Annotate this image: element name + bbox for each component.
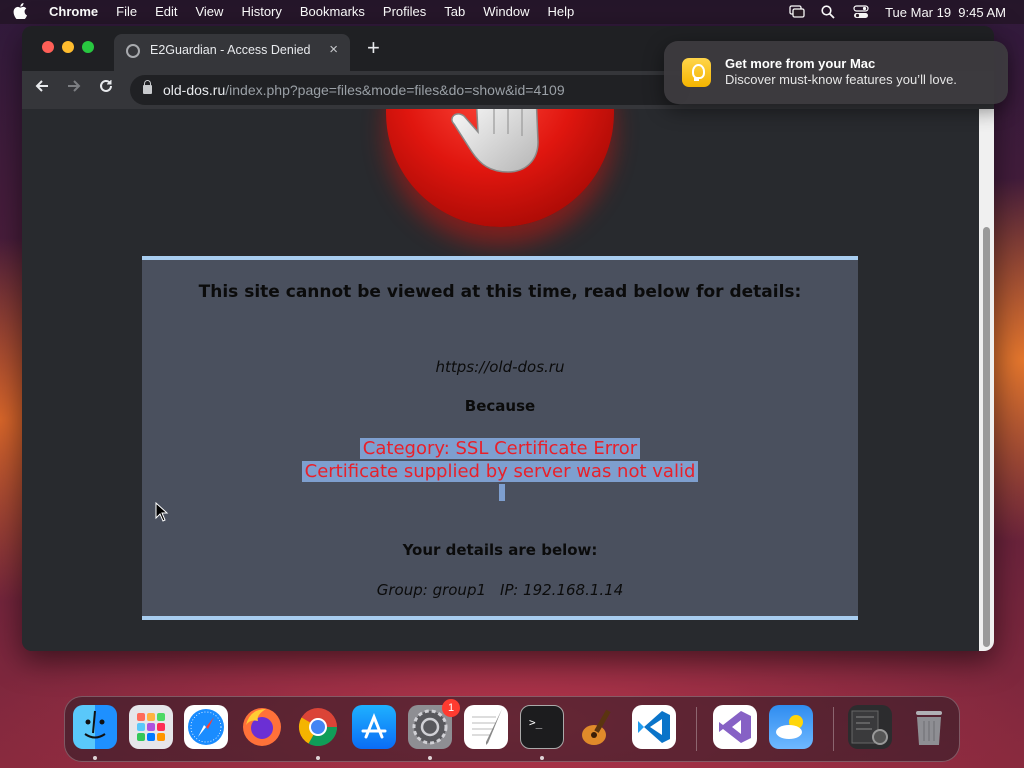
menu-history[interactable]: History (232, 0, 290, 24)
menu-window[interactable]: Window (474, 0, 538, 24)
menu-help[interactable]: Help (539, 0, 584, 24)
firefox-icon[interactable] (240, 705, 284, 749)
dock-separator-2 (833, 707, 834, 751)
lightbulb-icon (682, 58, 711, 87)
back-button[interactable] (34, 78, 50, 99)
menu-view[interactable]: View (186, 0, 232, 24)
menu-app-name[interactable]: Chrome (40, 0, 107, 24)
reason-text: Certificate supplied by server was not v… (301, 461, 699, 482)
user-details: Group: group1 IP: 192.168.1.14 (142, 581, 858, 599)
terminal-icon[interactable]: >_ (520, 705, 564, 749)
menu-profiles[interactable]: Profiles (374, 0, 435, 24)
lock-icon[interactable] (143, 80, 152, 94)
browser-window: E2Guardian - Access Denied × + old-dos.r… (22, 26, 994, 651)
stop-hand-icon (386, 109, 614, 227)
menu-edit[interactable]: Edit (146, 0, 186, 24)
menu-bookmarks[interactable]: Bookmarks (291, 0, 374, 24)
menu-bar: Chrome File Edit View History Bookmarks … (0, 0, 1024, 24)
url-path: /index.php?page=files&mode=files&do=show… (225, 82, 565, 98)
tab-title: E2Guardian - Access Denied (150, 43, 311, 57)
new-tab-button[interactable]: + (367, 35, 380, 61)
globe-icon (126, 44, 140, 58)
reload-button[interactable] (98, 78, 114, 99)
access-denied-panel: This site cannot be viewed at this time,… (142, 256, 858, 620)
dock-separator (696, 707, 697, 751)
finder-running-dot (93, 756, 97, 760)
scrollbar-thumb[interactable] (983, 227, 990, 647)
close-window-button[interactable] (42, 41, 54, 53)
tab-close-icon[interactable]: × (329, 41, 338, 58)
svg-text:>_: >_ (529, 716, 543, 729)
weather-icon[interactable] (769, 705, 813, 749)
safari-icon[interactable] (184, 705, 228, 749)
spotlight-search-icon[interactable] (821, 5, 837, 19)
garageband-icon[interactable] (576, 705, 620, 749)
visual-studio-icon[interactable] (713, 705, 757, 749)
text-selection-caret (499, 484, 505, 501)
terminal-running-dot (540, 756, 544, 760)
menu-tab[interactable]: Tab (435, 0, 474, 24)
page-content: This site cannot be viewed at this time,… (22, 109, 979, 651)
denied-heading: This site cannot be viewed at this time,… (198, 282, 802, 302)
blocked-url: https://old-dos.ru (435, 358, 565, 376)
system-settings-running-dot (428, 756, 432, 760)
category-text: Category: SSL Certificate Error (359, 438, 641, 459)
chrome-icon[interactable] (296, 705, 340, 749)
chrome-running-dot (316, 756, 320, 760)
page-scrollbar[interactable] (979, 109, 994, 651)
app-store-icon[interactable] (352, 705, 396, 749)
textedit-icon[interactable] (464, 705, 508, 749)
active-tab[interactable]: E2Guardian - Access Denied × (114, 34, 350, 71)
zoom-window-button[interactable] (82, 41, 94, 53)
trash-icon[interactable] (907, 705, 951, 749)
screen-mirroring-icon[interactable] (789, 5, 805, 19)
because-label: Because (464, 397, 536, 415)
apple-menu-icon[interactable] (0, 2, 40, 22)
downloads-stack-icon[interactable] (848, 705, 892, 749)
notification-title: Get more from your Mac (725, 56, 876, 71)
dock: 1 >_ (64, 696, 960, 762)
group-text: Group: group1 (376, 581, 487, 599)
notification-badge: 1 (442, 699, 460, 717)
ip-text: IP: 192.168.1.14 (500, 581, 624, 599)
notification-body: Discover must-know features you’ll love. (725, 72, 957, 87)
block-reason: Category: SSL Certificate Error Certific… (142, 437, 858, 483)
launchpad-icon[interactable] (129, 705, 173, 749)
system-settings-icon[interactable]: 1 (408, 699, 460, 749)
finder-icon[interactable] (73, 705, 117, 749)
url-host: old-dos.ru (163, 82, 226, 98)
notification-banner[interactable]: Get more from your Mac Discover must-kno… (664, 41, 1008, 104)
forward-button[interactable] (66, 78, 82, 99)
menubar-clock[interactable]: Tue Mar 19 9:45 AM (885, 5, 1006, 20)
minimize-window-button[interactable] (62, 41, 74, 53)
details-title: Your details are below: (402, 541, 598, 559)
address-bar[interactable]: old-dos.ru/index.php?page=files&mode=fil… (130, 75, 690, 105)
vscode-icon[interactable] (632, 705, 676, 749)
menu-file[interactable]: File (107, 0, 146, 24)
control-center-icon[interactable] (853, 5, 869, 19)
mouse-cursor-icon (155, 502, 169, 522)
